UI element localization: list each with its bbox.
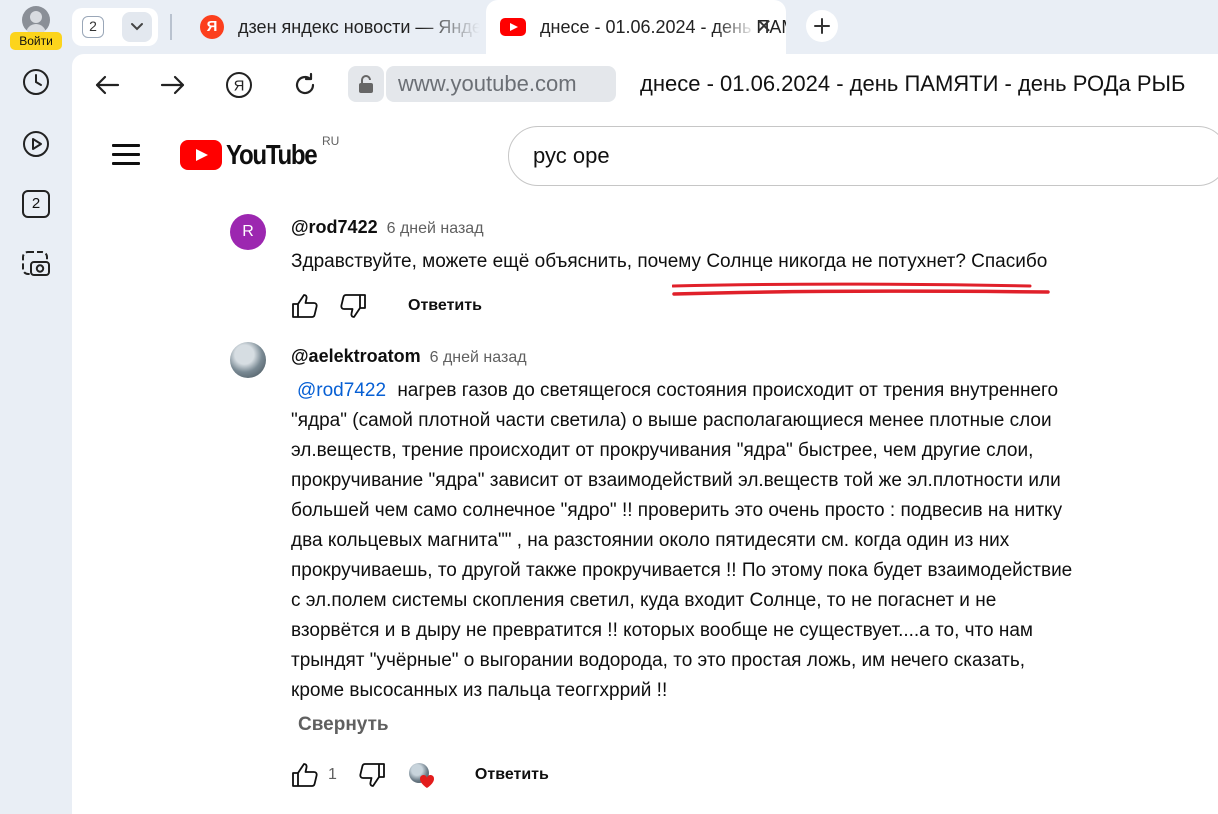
screenshot-camera-icon[interactable] [18, 246, 54, 282]
reply-line: прокручивание "ядра" зависит от взаимоде… [291, 470, 1061, 491]
comment-text-highlighted: почему Солнце никогда не потухнет [637, 251, 956, 272]
comment-text-part: Здравствуйте, можете ещё объяснить, [291, 251, 638, 272]
profile-button[interactable]: Войти [8, 4, 64, 50]
comment-date[interactable]: 6 дней назад [430, 349, 527, 366]
svg-text:Я: Я [234, 78, 245, 95]
youtube-logo-text: YouTube [226, 139, 318, 170]
close-icon[interactable]: ✕ [754, 17, 774, 37]
tab-fade [716, 0, 756, 54]
yandex-home-icon[interactable]: Я [222, 68, 256, 102]
forward-arrow-icon[interactable] [156, 68, 190, 102]
reload-icon[interactable] [288, 68, 322, 102]
reply-line: два кольцевых магнита"" , на разстоянии … [291, 530, 1010, 551]
red-underline-annotation [672, 282, 1050, 296]
mention-link[interactable]: @rod7422 [297, 380, 386, 401]
avatar[interactable]: R [230, 214, 266, 250]
tab-divider [170, 14, 172, 40]
reply-actions: 1 Ответить [288, 757, 549, 793]
heart-icon [419, 774, 434, 788]
youtube-page: YouTube RU рус оре R @rod7422 6 дней наз… [72, 116, 1218, 814]
youtube-logo[interactable]: YouTube [180, 138, 331, 172]
reply-line: с эл.полем системы скопления светил, куд… [291, 590, 997, 611]
comment-author[interactable]: @aelektroatom [291, 346, 421, 366]
thumbs-down-icon[interactable] [336, 289, 370, 323]
reply-line: "ядра" (самой плотной части светила) о в… [291, 410, 1052, 431]
profile-avatar-icon [22, 6, 50, 34]
chevron-down-icon[interactable] [122, 12, 152, 42]
history-clock-icon[interactable] [18, 64, 54, 100]
tab-youtube-active[interactable]: днесе - 01.06.2024 - день ПАМЯТИ ✕ [486, 0, 786, 54]
tabs-counter-button[interactable]: 2 [18, 186, 54, 222]
reply-line: кроме высосанных из пальца теоггхррий !! [291, 680, 668, 701]
browser-toolbar: Я www.youtube.com днесе - 01.06.2024 - д… [72, 54, 1218, 116]
youtube-icon [500, 18, 526, 36]
thumbs-up-icon[interactable] [288, 758, 322, 792]
site-info-lock-icon[interactable] [348, 66, 384, 102]
thumbs-up-icon[interactable] [288, 289, 322, 323]
tab-strip: 2 Я дзен яндекс новости — Яндекс днесе -… [72, 0, 1218, 54]
search-input[interactable]: рус оре [508, 126, 1218, 186]
region-label: RU [322, 134, 340, 148]
comment-author[interactable]: @rod7422 [291, 217, 378, 237]
reply-line: большей чем само солнечное "ядро" !! про… [291, 500, 1063, 521]
new-tab-plus-icon[interactable] [806, 10, 838, 42]
thumbs-down-icon[interactable] [355, 758, 389, 792]
comment-text: Здравствуйте, можете ещё объяснить, поче… [291, 247, 1047, 277]
reply-line: взорвётся и в дыру не превратится !! кот… [291, 620, 1033, 641]
tab-fade [420, 0, 480, 54]
comment-date[interactable]: 6 дней назад [387, 220, 484, 237]
reply-line: прокручиваешь, то другой также прокручив… [291, 560, 1073, 581]
reply-button[interactable]: Ответить [408, 297, 482, 315]
reply-button[interactable]: Ответить [475, 766, 549, 784]
tab-yandex[interactable]: Я дзен яндекс новости — Яндекс [190, 0, 480, 54]
avatar[interactable] [230, 342, 266, 378]
reply-line: трындят "учёрные" о выгорании водорода, … [291, 650, 1026, 671]
yandex-icon: Я [200, 15, 224, 39]
reply-line: эл.веществ, трение происходит от прокруч… [291, 440, 1034, 461]
comment-header: @rod7422 6 дней назад [291, 217, 484, 238]
back-arrow-icon[interactable] [90, 68, 124, 102]
comment-header: @aelektroatom 6 дней назад [291, 346, 527, 367]
like-count: 1 [328, 766, 337, 783]
comment-actions: Ответить [288, 288, 482, 324]
reply-line: @rod7422 нагрев газов до светящегося сос… [291, 376, 1191, 406]
creator-heart-badge [407, 760, 437, 790]
collapse-button[interactable]: Свернуть [298, 714, 389, 736]
address-bar-page-title: днесе - 01.06.2024 - день ПАМЯТИ - день … [640, 71, 1186, 96]
menu-hamburger-icon[interactable] [112, 144, 140, 166]
browser-sidebar: Войти 2 [0, 0, 72, 814]
youtube-play-icon [180, 140, 222, 170]
address-bar-url[interactable]: www.youtube.com [386, 66, 616, 102]
login-badge: Войти [10, 32, 62, 50]
reply-text: @rod7422 нагрев газов до светящегося сос… [291, 376, 1191, 706]
tab-group-switcher[interactable]: 2 [72, 8, 158, 46]
comment-text-part: ? Спасибо [955, 251, 1048, 272]
tab-count-badge: 2 [82, 16, 104, 38]
tabs-counter-label: 2 [22, 190, 50, 218]
reply-line-text: нагрев газов до светящегося состояния пр… [397, 380, 1059, 401]
video-play-icon[interactable] [18, 126, 54, 162]
